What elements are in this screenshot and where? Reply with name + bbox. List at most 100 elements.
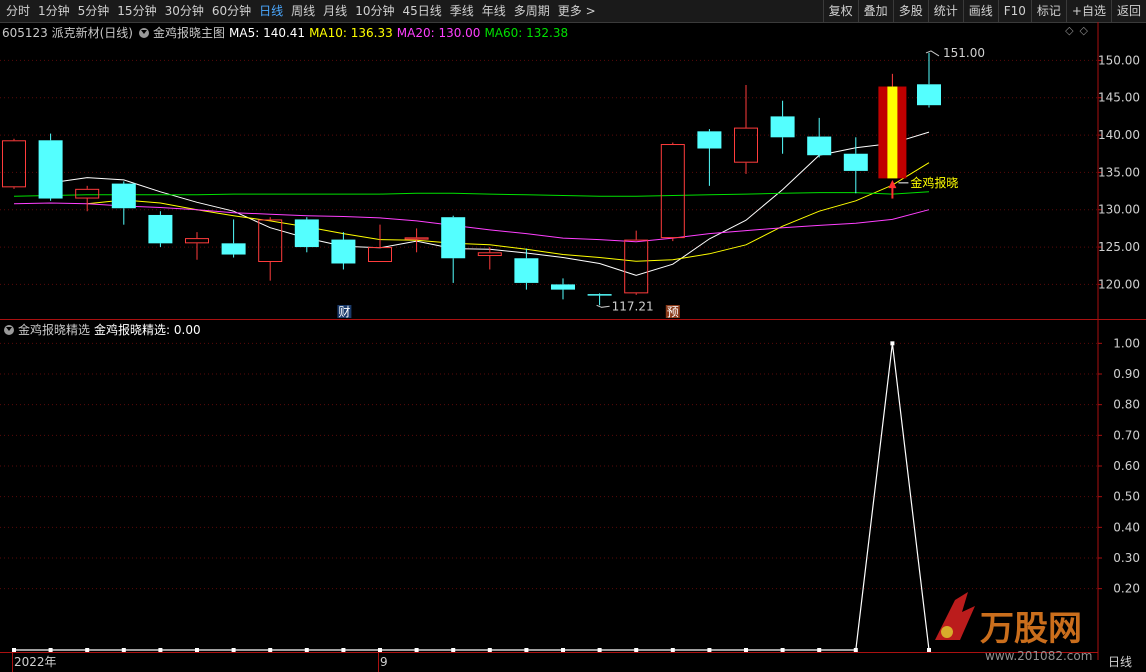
sub-y-tick-label: 0.20: [1113, 582, 1140, 596]
logo-arrow-icon: [935, 592, 975, 640]
candle-body-up: [404, 237, 429, 240]
signal-indicator-point: [378, 648, 382, 652]
signal-indicator-point: [451, 648, 456, 652]
low-price-label: 117.21: [612, 299, 654, 313]
candle-body-up: [75, 188, 100, 199]
sub-chart-header: 金鸡报晓精选 金鸡报晓精选: 0.00: [2, 321, 205, 338]
forecast-marker: 预: [667, 305, 679, 319]
signal-indicator-point: [780, 648, 785, 652]
candle-body-up: [185, 238, 209, 244]
main-y-tick-label: 145.00: [1098, 91, 1140, 105]
sub-y-tick-label: 0.50: [1113, 490, 1140, 504]
signal-indicator-point: [414, 648, 419, 652]
signal-indicator-point: [195, 648, 199, 652]
main-y-tick-label: 125.00: [1098, 240, 1140, 254]
candle-body-down: [111, 183, 136, 209]
candle-body-down: [843, 153, 868, 171]
signal-indicator-point: [744, 648, 748, 652]
main-indicator-name[interactable]: 金鸡报晓主图: [153, 26, 225, 40]
signal-indicator-point: [268, 648, 273, 652]
candle-body-up: [624, 239, 649, 294]
signal-indicator-point: [48, 648, 53, 652]
watermark-url: www.201082.com: [985, 649, 1092, 663]
candle-body-down: [514, 258, 539, 283]
period-label: 日线: [1108, 655, 1132, 669]
signal-indicator-point: [561, 648, 565, 652]
candle-body-up: [2, 140, 26, 188]
signal-indicator-point: [158, 648, 163, 652]
candle-body-down: [917, 84, 941, 106]
sub-y-tick-label: 0.30: [1113, 551, 1140, 565]
signal-indicator-point: [927, 648, 931, 652]
ma-line-ma10: [87, 162, 930, 262]
candle-body-down: [807, 136, 832, 156]
main-y-tick-label: 140.00: [1098, 128, 1140, 142]
signal-indicator-point: [524, 648, 529, 652]
signal-indicator-line: [14, 343, 930, 651]
watermark-text: 万股网: [980, 609, 1082, 649]
candle-body-up: [477, 252, 502, 257]
signal-indicator-point: [85, 648, 90, 652]
candle-body-down: [221, 243, 246, 255]
sub-y-tick-label: 0.80: [1113, 398, 1140, 412]
signal-indicator-point: [707, 648, 712, 652]
sub-y-tick-label: 0.70: [1113, 428, 1140, 442]
candle-body-up: [368, 247, 392, 262]
ma-line-ma60: [13, 191, 930, 197]
time-axis-year: 2022年: [14, 655, 57, 669]
candle-body-down: [441, 217, 466, 259]
candle-body-down: [587, 294, 612, 296]
signal-label: 金鸡报晓: [910, 175, 958, 190]
stock-code-name: 605123 派克新材(日线): [2, 26, 133, 40]
candle-body-down: [697, 131, 722, 149]
candle-body-up: [734, 127, 758, 163]
signal-indicator-point: [12, 648, 16, 652]
candle-body-down: [38, 140, 63, 199]
signal-indicator-point: [890, 341, 895, 346]
main-chart-header: 605123 派克新材(日线) 金鸡报晓主图 MA5: 140.41 MA10: 13…: [2, 24, 572, 41]
sub-y-tick-label: 0.60: [1113, 459, 1140, 473]
ma5-value: MA5: 140.41: [229, 26, 306, 40]
candle-body-down: [551, 284, 575, 290]
main-y-tick-label: 150.00: [1098, 53, 1140, 67]
candle-body-down: [148, 214, 173, 244]
signal-indicator-point: [670, 648, 675, 652]
sub-y-tick-label: 1.00: [1113, 336, 1140, 350]
signal-indicator-point: [121, 648, 126, 652]
candle-body-down: [294, 219, 319, 248]
candle-body-down: [770, 116, 795, 138]
sub-indicator-value: 金鸡报晓精选: 0.00: [94, 323, 201, 337]
sub-indicator-name[interactable]: 金鸡报晓精选: [18, 323, 90, 337]
signal-indicator-point: [817, 648, 822, 652]
signal-indicator-point: [231, 648, 236, 652]
high-price-label: 151.00: [943, 46, 985, 60]
main-y-tick-label: 130.00: [1098, 203, 1140, 217]
ma20-value: MA20: 130.00: [396, 26, 481, 40]
signal-candle-core: [887, 86, 898, 179]
signal-indicator-point: [341, 648, 346, 652]
low-marker-line: [596, 304, 610, 308]
signal-indicator-point: [634, 648, 639, 652]
time-axis-month: 9: [380, 655, 388, 669]
indicator-menu-icon[interactable]: [139, 28, 149, 38]
financial-report-marker: 财: [338, 305, 350, 319]
main-y-tick-label: 120.00: [1098, 277, 1140, 291]
signal-arrow-head: [888, 179, 897, 189]
candle-body-up: [660, 144, 685, 239]
candle-body-down: [331, 239, 356, 264]
sub-y-tick-label: 0.90: [1113, 367, 1140, 381]
signal-indicator-point: [853, 648, 858, 652]
sub-y-tick-label: 0.40: [1113, 520, 1140, 534]
ma10-value: MA10: 136.33: [309, 26, 393, 40]
chart-corner-icons[interactable]: ◇◇: [1065, 24, 1094, 37]
signal-indicator-point: [304, 648, 309, 652]
high-marker-line: [925, 50, 940, 57]
sub-indicator-menu-icon[interactable]: [4, 325, 14, 335]
signal-indicator-point: [597, 648, 602, 652]
logo-coin-icon: [941, 626, 953, 638]
ma60-value: MA60: 132.38: [484, 26, 569, 40]
ma-line-ma5: [50, 131, 930, 276]
candle-body-up: [258, 219, 283, 263]
main-y-tick-label: 135.00: [1098, 165, 1140, 179]
signal-indicator-point: [487, 648, 492, 652]
